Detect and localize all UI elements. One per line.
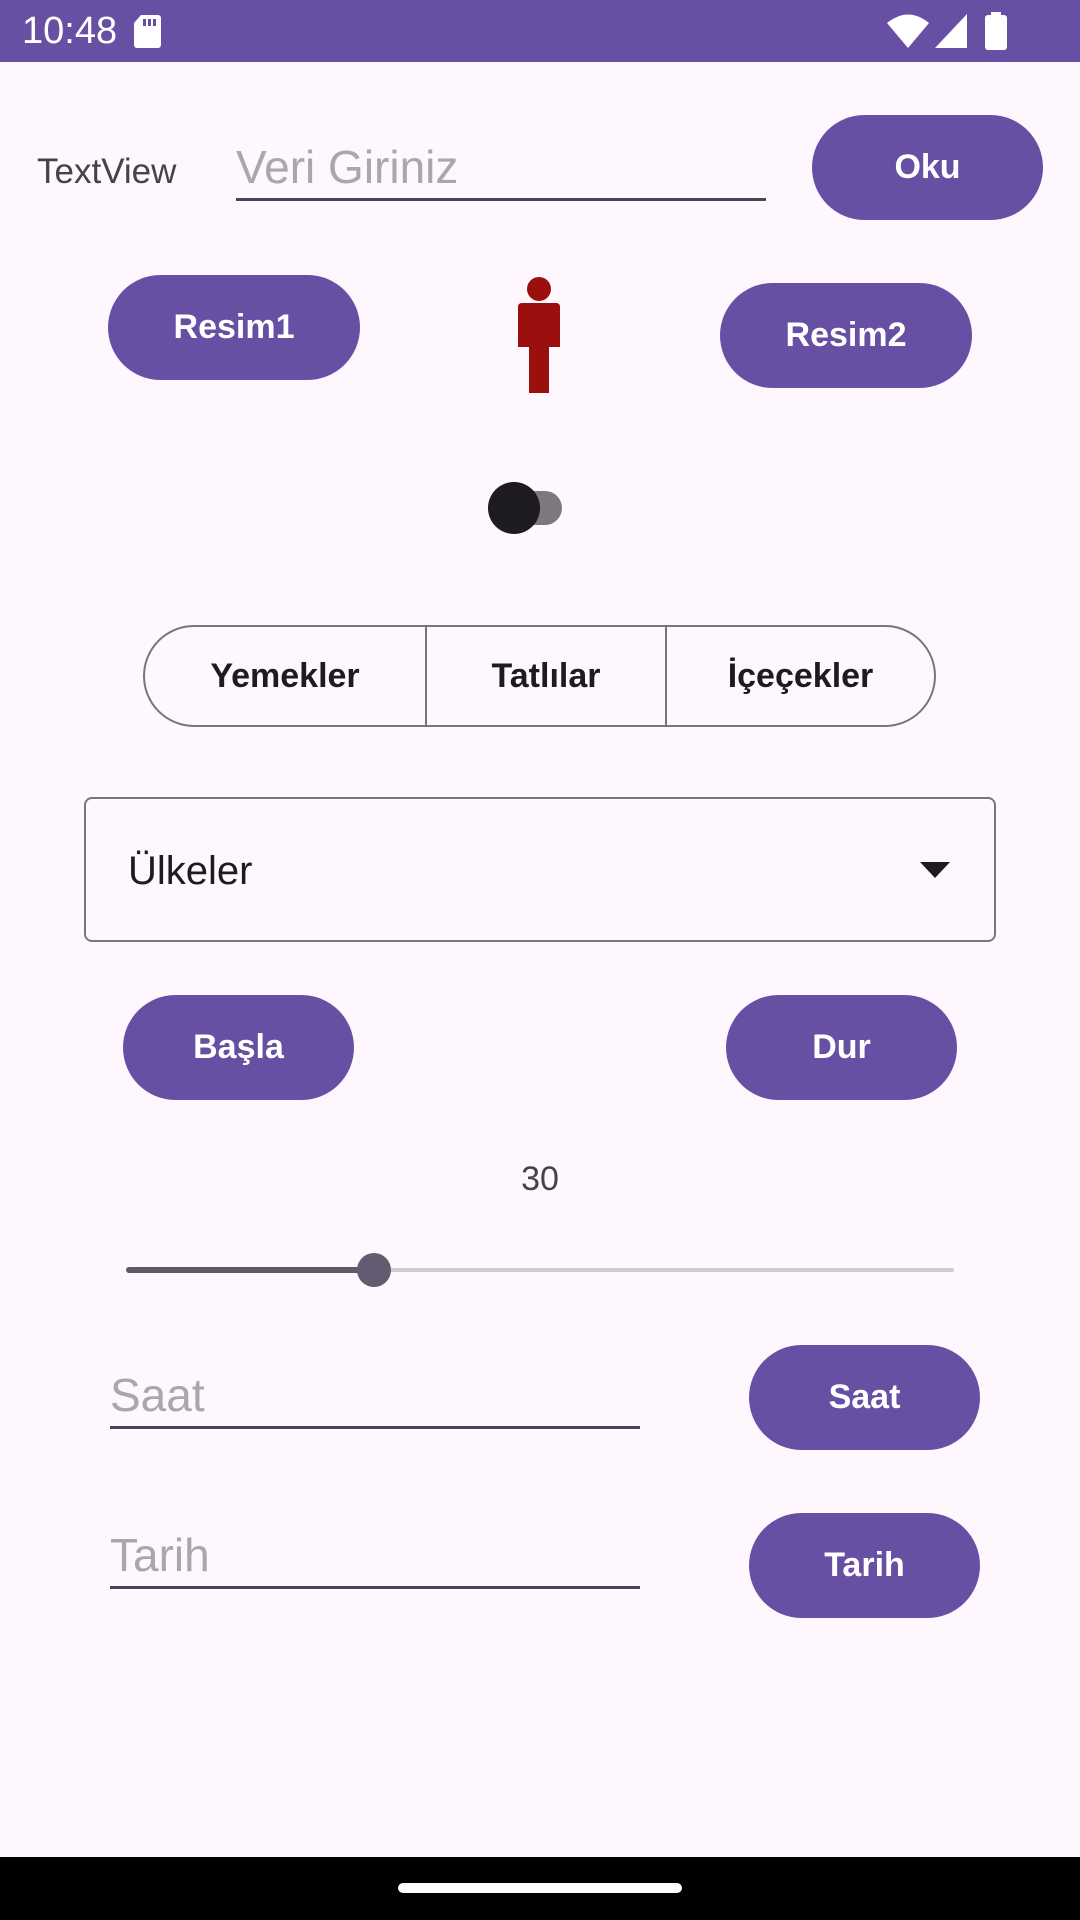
date-button[interactable]: Tarih: [749, 1513, 980, 1618]
seekbar-thumb[interactable]: [357, 1253, 391, 1287]
signal-icon: [935, 14, 967, 48]
time-button[interactable]: Saat: [749, 1345, 980, 1450]
status-time: 10:48: [22, 10, 118, 52]
textview-label: TextView: [37, 152, 177, 191]
data-input[interactable]: [236, 136, 766, 201]
wifi-icon: [887, 14, 929, 48]
category-toggle-group: Yemekler Tatlılar İçeçekler: [143, 625, 936, 727]
seekbar-fill: [126, 1267, 374, 1273]
status-bar: 10:48: [0, 0, 1080, 62]
time-input[interactable]: [110, 1364, 640, 1429]
switch-thumb: [488, 482, 540, 534]
segment-yemekler[interactable]: Yemekler: [145, 627, 425, 725]
image2-button[interactable]: Resim2: [720, 283, 972, 388]
segment-tatlilar[interactable]: Tatlılar: [425, 627, 665, 725]
image1-button[interactable]: Resim1: [108, 275, 360, 380]
dropdown-value: Ülkeler: [128, 849, 253, 893]
app-screen: 10:48 TextView Oku Resim1 Resim2 Ye: [0, 0, 1080, 1920]
segment-icecekler[interactable]: İçeçekler: [665, 627, 934, 725]
stop-button[interactable]: Dur: [726, 995, 957, 1100]
home-handle[interactable]: [398, 1883, 682, 1893]
read-button[interactable]: Oku: [812, 115, 1043, 220]
person-icon: [518, 277, 560, 393]
sd-card-icon: [134, 15, 161, 48]
seekbar-value: 30: [521, 1160, 559, 1198]
navigation-bar: [0, 1857, 1080, 1920]
countries-dropdown[interactable]: Ülkeler: [84, 797, 996, 942]
seekbar[interactable]: [126, 1253, 954, 1287]
battery-icon: [985, 12, 1007, 50]
toggle-switch[interactable]: [488, 480, 574, 536]
arrow-drop-down-icon: [920, 862, 950, 878]
start-button[interactable]: Başla: [123, 995, 354, 1100]
date-input[interactable]: [110, 1524, 640, 1589]
